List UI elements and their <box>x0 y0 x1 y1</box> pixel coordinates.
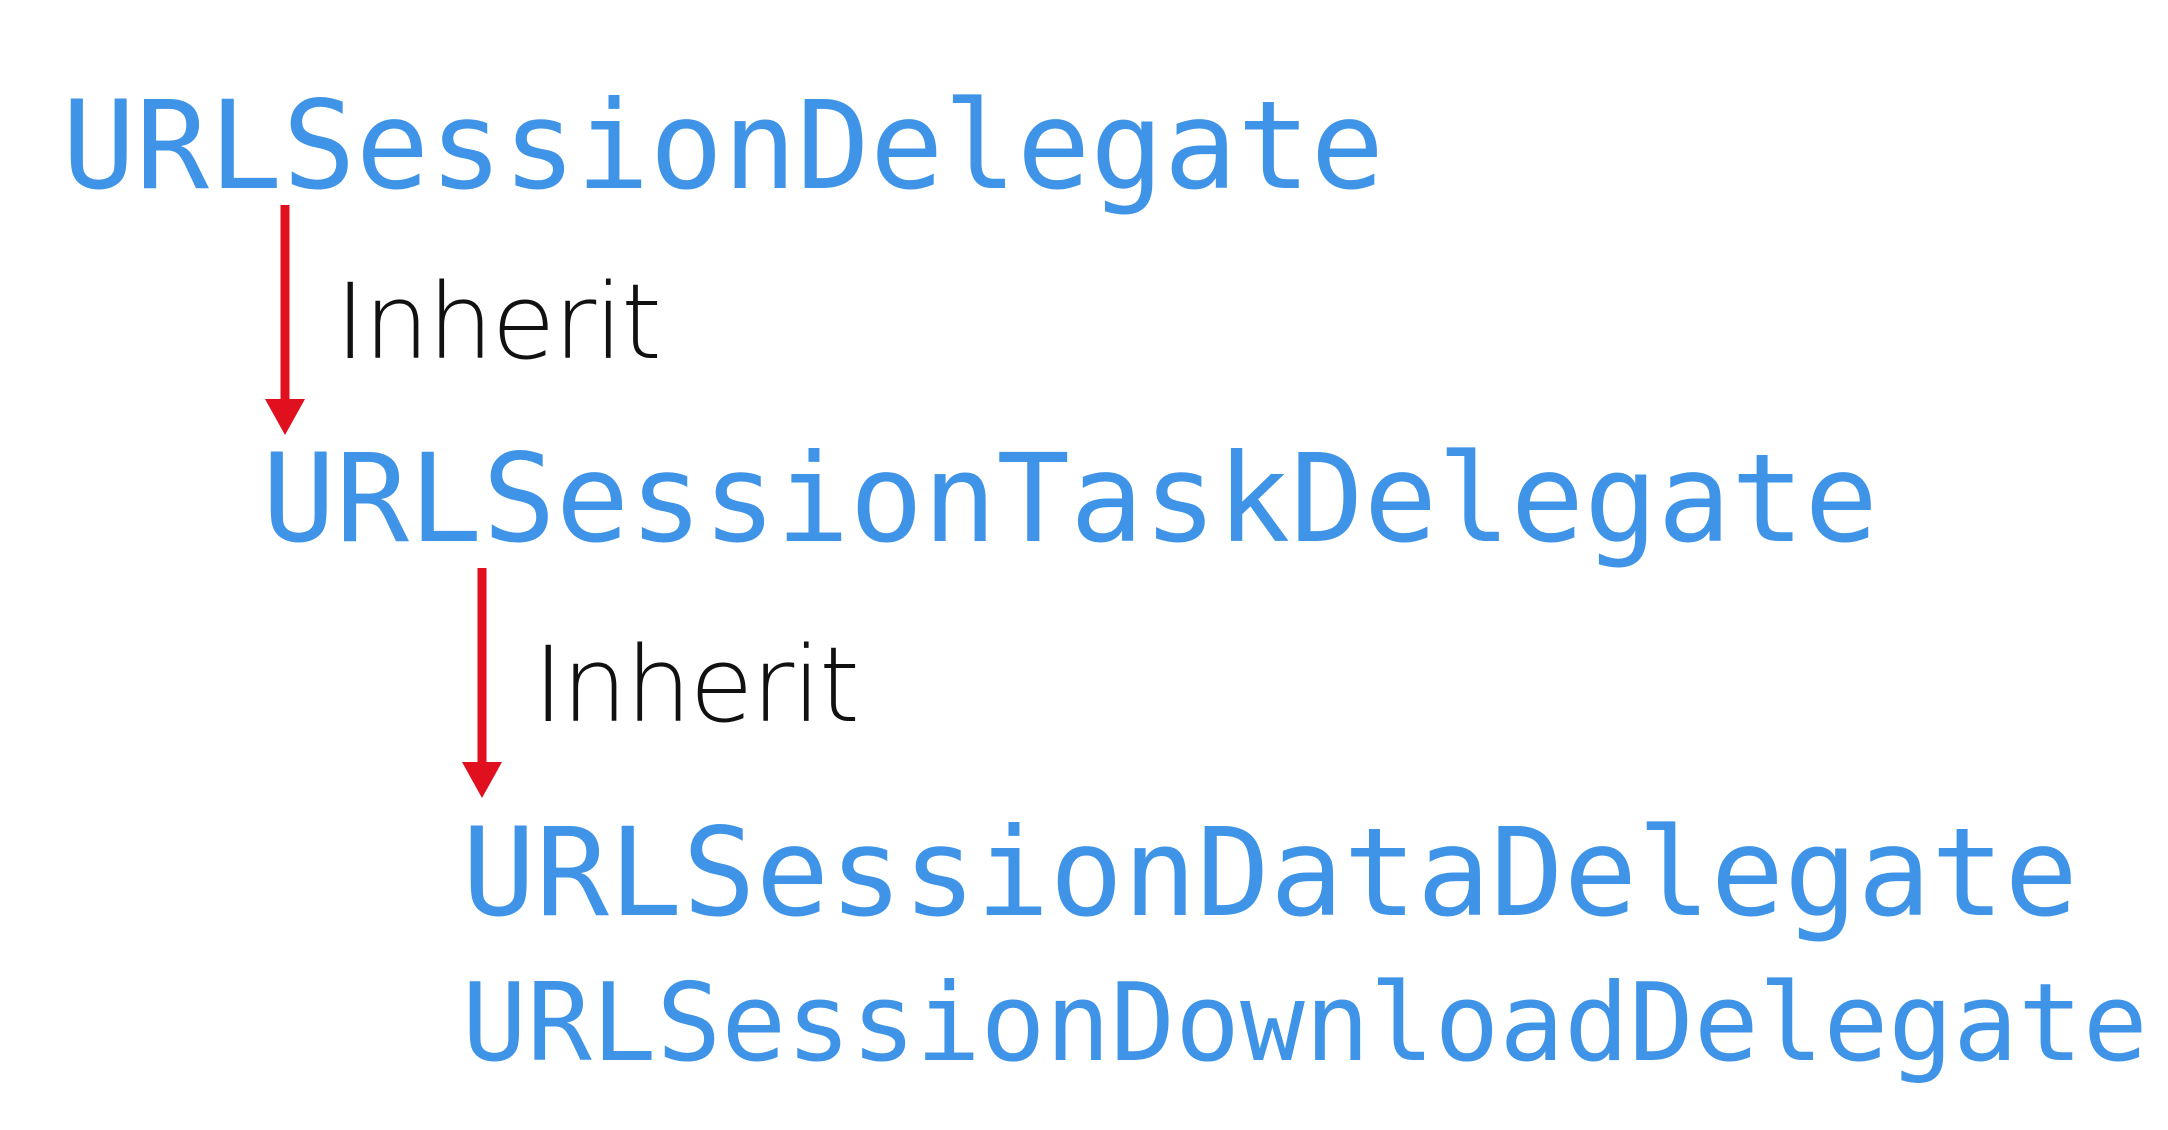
inherit-arrow-2 <box>462 568 502 798</box>
node-url-session-data-delegate: URLSessionDataDelegate <box>462 802 2078 944</box>
node-url-session-download-delegate: URLSessionDownloadDelegate <box>462 961 2148 1086</box>
node-url-session-task-delegate: URLSessionTaskDelegate <box>262 428 1878 570</box>
node-url-session-delegate: URLSessionDelegate <box>62 75 1385 217</box>
inherit-label-1: Inherit <box>335 261 662 383</box>
inherit-arrow-1 <box>265 205 305 435</box>
inherit-label-2: Inherit <box>533 624 860 746</box>
inheritance-diagram: URLSessionDelegate Inherit URLSessionTas… <box>0 0 2168 1130</box>
